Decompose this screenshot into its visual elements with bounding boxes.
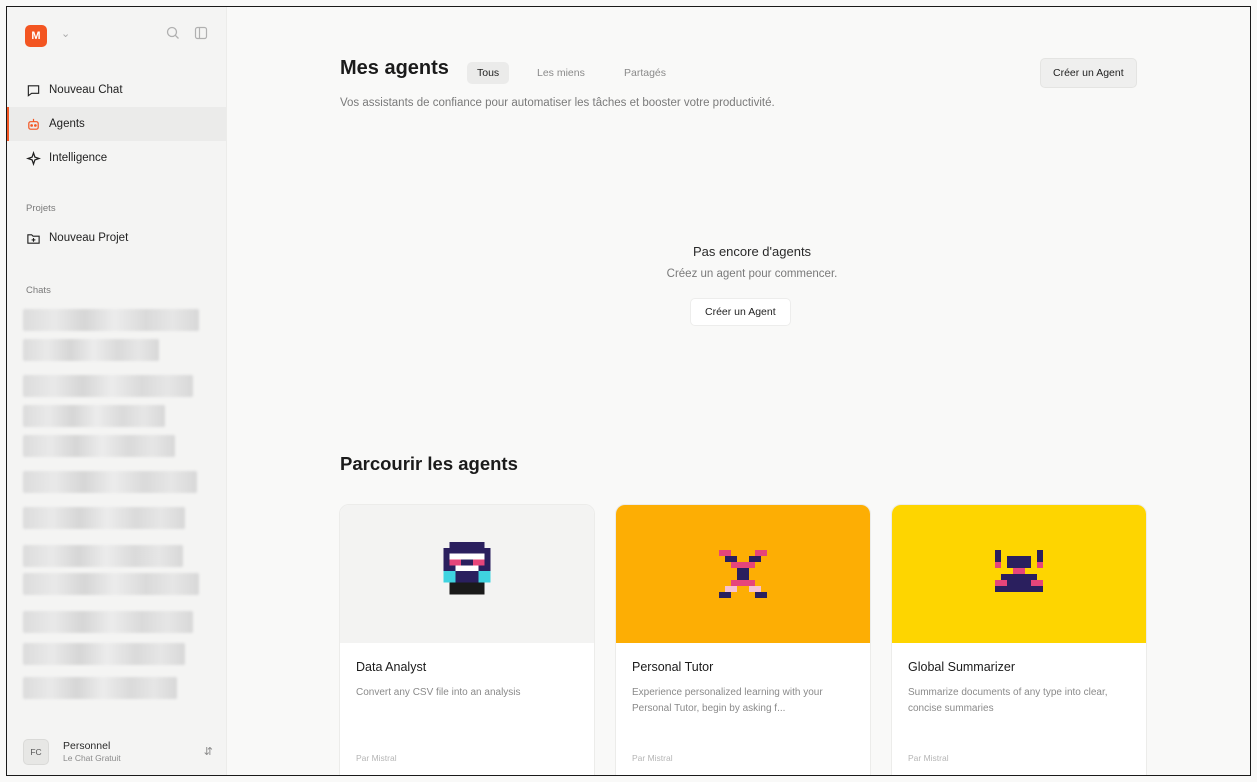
create-agent-button[interactable]: Créer un Agent <box>1040 58 1137 88</box>
projects-section-label: Projets <box>26 203 56 214</box>
chat-bubble-icon <box>27 84 40 97</box>
chat-history-item[interactable] <box>23 573 199 595</box>
card-author: Par Mistral <box>632 753 673 763</box>
chat-history-item[interactable] <box>23 545 183 567</box>
chat-history-item[interactable] <box>23 507 185 529</box>
personal-tutor-avatar-icon <box>719 550 767 598</box>
sidebar-item-label: Agents <box>49 118 85 130</box>
folder-plus-icon <box>27 233 40 244</box>
sidebar-item-label: Nouveau Projet <box>49 232 129 244</box>
card-author: Par Mistral <box>908 753 949 763</box>
sidebar-item-agents[interactable]: Agents <box>7 107 226 141</box>
chat-history-item[interactable] <box>23 405 165 427</box>
card-description: Experience personalized learning with yo… <box>632 687 823 714</box>
profile-name: Personnel <box>63 740 111 752</box>
main-content: Mes agents Tous Les miens Partagés Créer… <box>227 7 1250 775</box>
data-analyst-avatar-icon <box>443 542 491 595</box>
empty-create-agent-button[interactable]: Créer un Agent <box>690 298 791 326</box>
avatar: FC <box>23 739 49 765</box>
chat-history-item[interactable] <box>23 471 197 493</box>
profile-plan: Le Chat Gratuit <box>63 753 121 763</box>
chat-history-item[interactable] <box>23 643 185 665</box>
card-hero <box>340 505 594 643</box>
agent-card-global-summarizer[interactable]: Global Summarizer Summarize documents of… <box>891 504 1147 775</box>
search-icon[interactable] <box>165 25 181 41</box>
chat-history-item[interactable] <box>23 375 193 397</box>
card-description: Summarize documents of any type into cle… <box>908 687 1108 714</box>
card-title: Personal Tutor <box>632 660 714 674</box>
app-window: M ⌄ Nouveau Chat Agents Intelligence Pro… <box>6 6 1251 776</box>
card-title: Data Analyst <box>356 660 427 674</box>
sidebar-item-new-project[interactable]: Nouveau Projet <box>7 221 226 255</box>
robot-icon <box>28 118 39 130</box>
empty-state-title: Pas encore d'agents <box>692 244 812 259</box>
card-hero <box>892 505 1146 643</box>
card-author: Par Mistral <box>356 753 397 763</box>
sidebar-toggle-icon[interactable] <box>193 25 209 41</box>
logo-text: M <box>31 30 41 42</box>
tab-all[interactable]: Tous <box>467 62 510 84</box>
card-title: Global Summarizer <box>908 660 1015 674</box>
sparkle-icon <box>26 150 41 166</box>
chat-history-item[interactable] <box>23 677 177 699</box>
mistral-logo[interactable]: M <box>25 25 47 47</box>
chat-history-item[interactable] <box>23 309 199 331</box>
chat-history-item[interactable] <box>23 339 159 361</box>
tab-shared[interactable]: Partagés <box>614 62 676 84</box>
sidebar-item-label: Nouveau Chat <box>49 84 123 96</box>
card-description: Convert any CSV file into an analysis <box>356 687 521 698</box>
card-hero <box>616 505 870 643</box>
sidebar-item-label: Intelligence <box>49 152 108 164</box>
sidebar-item-intelligence[interactable]: Intelligence <box>7 141 226 175</box>
page-subtitle: Vos assistants de confiance pour automat… <box>340 97 775 109</box>
sidebar: M ⌄ Nouveau Chat Agents Intelligence Pro… <box>7 7 227 775</box>
chat-history-item[interactable] <box>23 435 175 457</box>
chats-section-label: Chats <box>26 285 51 296</box>
chevron-updown-icon[interactable]: ⇵ <box>204 745 213 758</box>
empty-state-subtitle: Créez un agent pour commencer. <box>666 268 838 280</box>
page-title: Mes agents <box>340 57 449 79</box>
tab-mine[interactable]: Les miens <box>527 62 595 84</box>
agent-card-data-analyst[interactable]: Data Analyst Convert any CSV file into a… <box>339 504 595 775</box>
global-summarizer-avatar-icon <box>995 550 1043 592</box>
chat-history-item[interactable] <box>23 611 193 633</box>
browse-agents-title: Parcourir les agents <box>340 453 518 474</box>
agent-card-personal-tutor[interactable]: Personal Tutor Experience personalized l… <box>615 504 871 775</box>
chevron-down-icon[interactable]: ⌄ <box>61 27 70 40</box>
profile-switcher[interactable]: FC Personnel Le Chat Gratuit ⇵ <box>23 737 213 767</box>
sidebar-item-new-chat[interactable]: Nouveau Chat <box>7 73 226 107</box>
